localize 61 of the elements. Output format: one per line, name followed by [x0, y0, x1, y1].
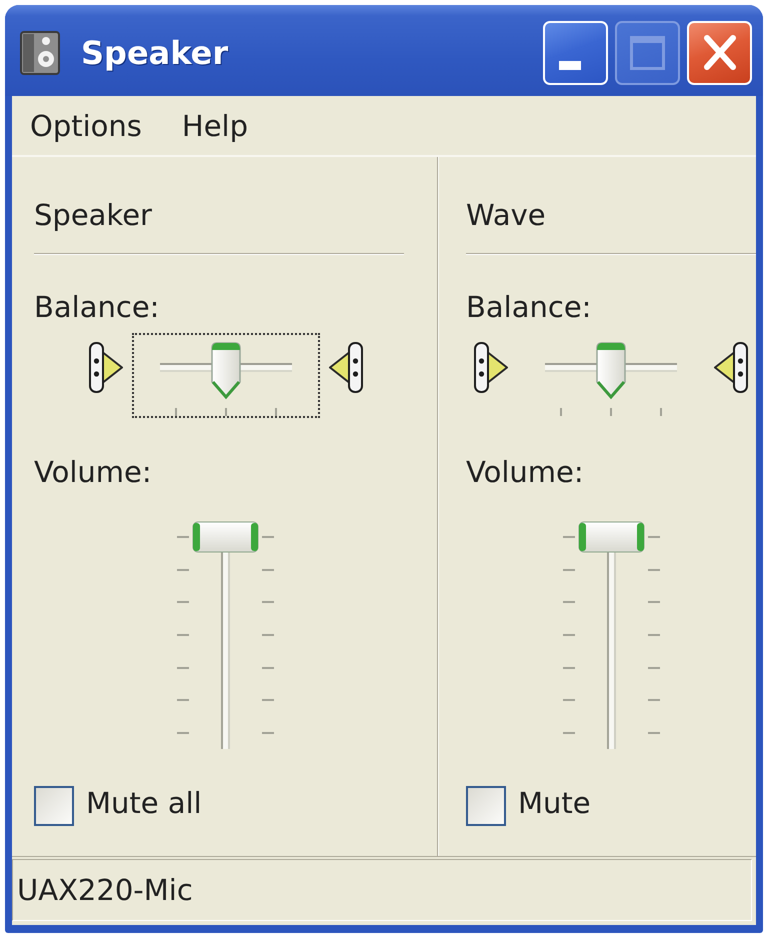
speaker-cabinet-icon: [20, 30, 60, 74]
balance-label: Balance:: [466, 290, 592, 324]
tick-mark: [177, 699, 189, 702]
tick-mark: [174, 408, 176, 416]
close-icon: [702, 34, 736, 71]
slider-thumb[interactable]: [210, 342, 242, 400]
tick-mark: [648, 568, 660, 571]
tick-mark: [562, 568, 574, 571]
tick-mark: [562, 732, 574, 734]
window-title: Speaker: [81, 32, 230, 72]
tick-mark: [648, 699, 660, 702]
tick-mark: [177, 568, 189, 571]
tick-mark: [177, 601, 189, 604]
tick-mark: [562, 634, 574, 636]
tick-mark: [262, 601, 274, 604]
minimize-icon: [559, 60, 581, 70]
speaker-icon: [713, 342, 748, 393]
menu-item[interactable]: Options: [22, 108, 150, 142]
tick-mark: [224, 408, 226, 416]
tick-mark: [262, 732, 274, 734]
speaker-icon: [328, 342, 362, 393]
tick-mark: [177, 732, 189, 734]
tick-mark: [562, 601, 574, 604]
tick-mark: [562, 699, 574, 702]
checkbox[interactable]: [34, 786, 74, 826]
close-button[interactable]: [687, 20, 752, 84]
status-text: UAX220-Mic: [17, 873, 193, 907]
speaker-icon: [88, 342, 124, 393]
tick-mark: [610, 408, 612, 416]
tick-mark: [262, 666, 274, 669]
checkbox[interactable]: [466, 786, 506, 826]
tick-mark: [560, 408, 562, 416]
slider-thumb[interactable]: [192, 521, 259, 553]
tick-mark: [648, 601, 660, 604]
volume-label: Volume:: [34, 455, 152, 489]
volume-label: Volume:: [466, 455, 584, 489]
tick-mark: [262, 536, 274, 538]
tick-mark: [648, 634, 660, 636]
channel-name: Wave: [466, 198, 546, 232]
tick-mark: [648, 536, 660, 538]
tick-mark: [262, 699, 274, 702]
tick-mark: [562, 666, 574, 669]
tick-mark: [660, 408, 662, 416]
tick-mark: [648, 666, 660, 669]
checkbox-label[interactable]: Mute all: [86, 786, 202, 820]
tick-mark: [177, 536, 189, 538]
tick-mark: [262, 634, 274, 636]
slider-thumb[interactable]: [578, 521, 644, 553]
tick-mark: [562, 536, 574, 538]
channel-name: Speaker: [34, 198, 152, 232]
tick-mark: [177, 666, 189, 669]
speaker-icon: [474, 342, 509, 393]
tick-mark: [177, 634, 189, 636]
tick-mark: [648, 732, 660, 734]
checkbox-label[interactable]: Mute: [518, 786, 591, 820]
tick-mark: [262, 568, 274, 571]
menu-item[interactable]: Help: [174, 108, 256, 142]
minimize-button[interactable]: [543, 20, 608, 84]
balance-label: Balance:: [34, 290, 160, 324]
slider-thumb[interactable]: [595, 342, 627, 400]
tick-mark: [274, 408, 276, 416]
